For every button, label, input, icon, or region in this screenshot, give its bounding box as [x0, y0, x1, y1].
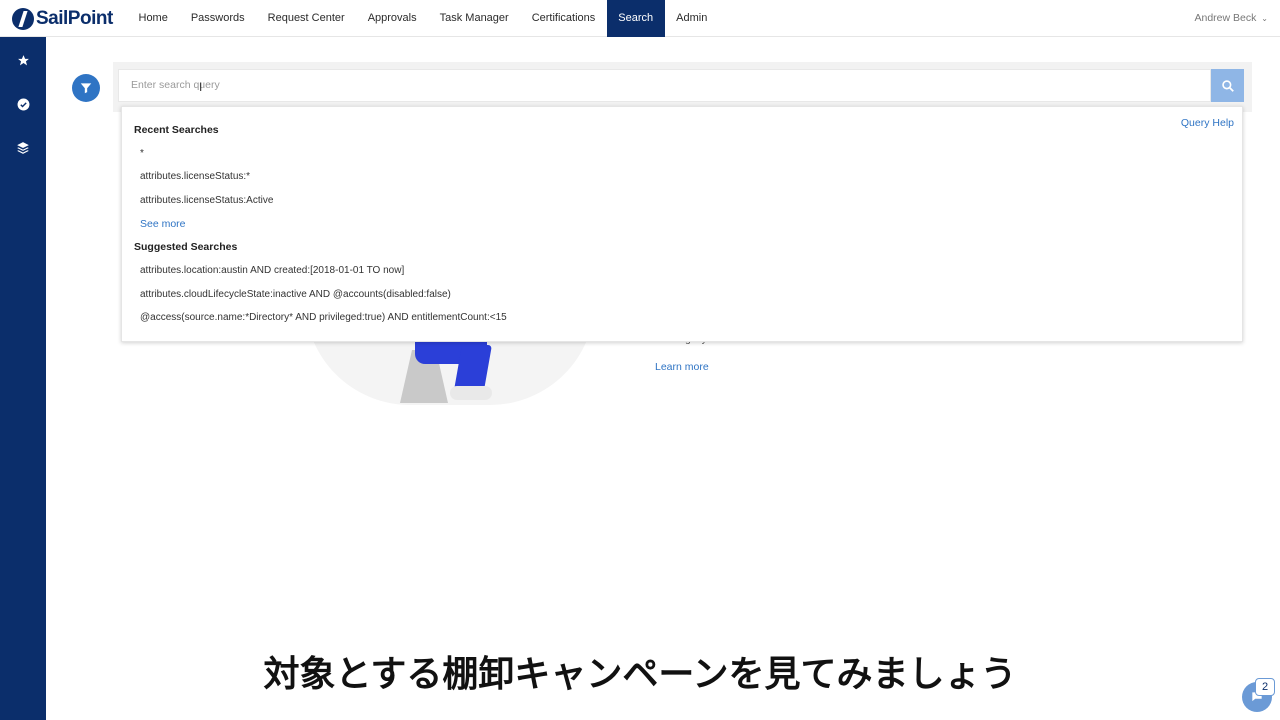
star-icon[interactable] — [13, 50, 33, 70]
filter-button[interactable] — [72, 74, 100, 102]
nav-passwords[interactable]: Passwords — [179, 0, 256, 37]
sailpoint-logo[interactable]: SailPoint — [12, 7, 113, 31]
nav-request-center[interactable]: Request Center — [256, 0, 356, 37]
search-input[interactable] — [118, 69, 1211, 102]
main-nav: Home Passwords Request Center Approvals … — [127, 0, 719, 37]
check-badge-icon[interactable] — [13, 94, 33, 114]
learn-more-link[interactable]: Learn more — [655, 361, 709, 373]
suggested-searches-heading: Suggested Searches — [134, 241, 238, 253]
sailpoint-logo-icon — [12, 8, 34, 30]
nav-certifications[interactable]: Certifications — [520, 0, 607, 37]
brand-name: SailPoint — [36, 8, 113, 29]
recent-search-item[interactable]: attributes.licenseStatus:* — [140, 171, 250, 182]
user-name: Andrew Beck — [1194, 12, 1257, 24]
chat-notification-badge: 2 — [1255, 678, 1275, 696]
nav-approvals[interactable]: Approvals — [356, 0, 428, 37]
filter-icon — [80, 83, 92, 94]
recent-searches-heading: Recent Searches — [134, 124, 219, 136]
layers-icon[interactable] — [13, 138, 33, 158]
suggested-search-item[interactable]: attributes.cloudLifecycleState:inactive … — [140, 289, 451, 300]
recent-search-item[interactable]: attributes.licenseStatus:Active — [140, 195, 273, 206]
nav-search[interactable]: Search — [606, 0, 665, 37]
chevron-down-icon: ⌄ — [1261, 14, 1268, 23]
suggested-search-item[interactable]: @access(source.name:*Directory* AND priv… — [140, 312, 507, 323]
query-help-link[interactable]: Query Help — [1181, 117, 1234, 129]
top-navbar: SailPoint Home Passwords Request Center … — [0, 0, 1280, 37]
text-cursor-icon: I — [199, 80, 203, 94]
nav-home[interactable]: Home — [127, 0, 179, 37]
nav-task-manager[interactable]: Task Manager — [428, 0, 520, 37]
video-subtitle: 対象とする棚卸キャンペーンを見てみましょう — [263, 654, 1017, 695]
see-more-link[interactable]: See more — [140, 218, 186, 230]
search-icon — [1221, 79, 1234, 92]
recent-search-item[interactable]: * — [140, 148, 144, 159]
illustration-shoe — [450, 386, 492, 400]
suggested-search-item[interactable]: attributes.location:austin AND created:[… — [140, 265, 404, 276]
nav-admin[interactable]: Admin — [665, 0, 719, 37]
user-menu[interactable]: Andrew Beck ⌄ — [1195, 0, 1269, 37]
search-suggestions-dropdown: Query Help Recent Searches * attributes.… — [121, 106, 1243, 342]
left-sidebar — [0, 37, 46, 720]
search-button[interactable] — [1211, 69, 1244, 102]
